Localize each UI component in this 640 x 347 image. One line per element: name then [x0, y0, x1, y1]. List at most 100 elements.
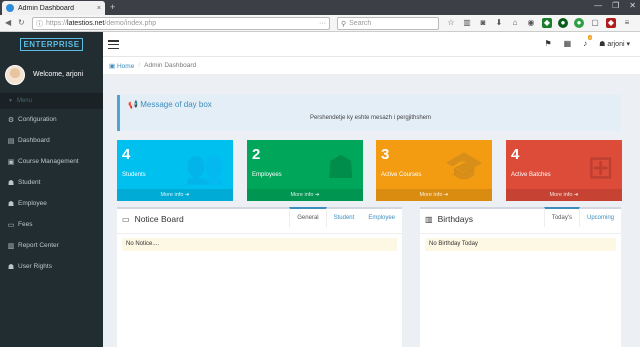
home-icon[interactable]: ⌂ [510, 18, 520, 28]
user-icon: ☗ [7, 263, 15, 271]
stat-box-active-courses: 3 Active Courses 🎓 More info ➔ [376, 140, 492, 201]
stat-label: Employees [252, 172, 282, 178]
sidebar-item-fees[interactable]: ▭ Fees [0, 214, 103, 235]
notification-badge: 0 [588, 35, 593, 40]
close-window-button[interactable]: ✕ [629, 1, 636, 10]
new-tab-button[interactable]: + [110, 2, 115, 12]
sidebar-item-dashboard[interactable]: ▤ Dashboard [0, 130, 103, 151]
favicon-icon [6, 4, 14, 12]
reload-icon[interactable]: ↻ [18, 18, 25, 27]
brand-text: ENTERPRISE [20, 38, 83, 51]
bell-icon[interactable]: ♪ 0 [583, 35, 593, 48]
welcome-text: Welcome, arjoni [33, 71, 84, 78]
dashboard-icon: ▤ [7, 137, 15, 145]
birthdays-panel: ▥ Birthdays Today's Upcoming No Birthday … [420, 207, 621, 347]
sidebar-item-label: Fees [18, 221, 33, 228]
back-icon[interactable]: ◀ [5, 18, 11, 27]
url-host: latestios.net [67, 20, 105, 27]
gear-icon: ⚙ [7, 116, 15, 124]
tab-todays[interactable]: Today's [543, 207, 580, 227]
minimize-button[interactable]: — [594, 1, 602, 10]
message-text: Pershendetje ky eshte mesazh i pergjiths… [309, 115, 432, 121]
more-info-link[interactable]: More info ➔ [376, 189, 492, 201]
stat-label: Active Batches [511, 172, 551, 178]
menu-icon[interactable]: ≡ [622, 18, 632, 28]
breadcrumb-home[interactable]: ▣ Home [109, 62, 134, 70]
sidebar-item-course-management[interactable]: ▣ Course Management [0, 151, 103, 172]
sitemap-icon: ⊞ [587, 149, 614, 185]
tab-general[interactable]: General [289, 207, 327, 227]
sidebar-item-label: Configuration [18, 116, 57, 123]
stat-value: 2 [252, 146, 261, 163]
breadcrumb-home-label: Home [116, 62, 135, 70]
browser-tab[interactable]: Admin Dashboard × [2, 1, 105, 15]
shield-extension-icon[interactable]: ◆ [542, 18, 552, 28]
dashboard-icon: ▣ [109, 62, 116, 70]
extension-icon[interactable]: ● [558, 18, 568, 28]
breadcrumb-current: Admin Dashboard [144, 62, 197, 69]
user-menu[interactable]: ☗ arjoni ▾ [599, 40, 630, 48]
brand-logo[interactable]: ENTERPRISE [0, 32, 103, 57]
sidebar-item-user-rights[interactable]: ☗ User Rights [0, 256, 103, 277]
more-info-link[interactable]: More info ➔ [247, 189, 363, 201]
ublock-icon[interactable]: ◆ [606, 18, 616, 28]
sidebar-toggle-icon[interactable] [108, 40, 119, 49]
info-icon[interactable]: ⓘ [36, 19, 43, 29]
browser-tab-title: Admin Dashboard [18, 4, 75, 12]
close-tab-icon[interactable]: × [97, 5, 101, 12]
menu-header[interactable]: ▼ Menu [0, 93, 103, 109]
panel-title-text: Birthdays [437, 214, 473, 224]
stat-value: 4 [122, 146, 131, 163]
user-panel: Welcome, arjoni [0, 57, 103, 92]
url-bar[interactable]: ⓘ https://latestios.net/demo/index.php ·… [32, 17, 330, 30]
search-input[interactable]: ⚲ Search [337, 17, 439, 30]
sidebar-item-label: Employee [18, 200, 47, 207]
notice-board-panel: ▭ Notice Board General Student Employee N… [117, 207, 402, 347]
tab-employee[interactable]: Employee [361, 209, 402, 227]
sidebar-item-employee[interactable]: ☗ Employee [0, 193, 103, 214]
maximize-button[interactable]: ❐ [612, 1, 619, 10]
more-info-link[interactable]: More info ➔ [117, 189, 233, 201]
sidebar-item-configuration[interactable]: ⚙ Configuration [0, 109, 103, 130]
stat-value: 3 [381, 146, 390, 163]
sidebar-item-report-center[interactable]: ▥ Report Center [0, 235, 103, 256]
window-controls: — ❐ ✕ [594, 1, 636, 10]
url-prefix: https:// [46, 20, 68, 27]
pocket-icon[interactable]: ◙ [478, 18, 488, 28]
green-extension-icon[interactable]: ● [574, 18, 584, 28]
sidebar-item-label: Report Center [18, 242, 59, 249]
stat-box-employees: 2 Employees ☗ More info ➔ [247, 140, 363, 201]
bookmark-star-icon[interactable]: ☆ [446, 18, 456, 28]
employee-icon: ☗ [7, 200, 15, 208]
caret-down-icon: ▼ [8, 98, 13, 104]
stat-value: 4 [511, 146, 520, 163]
tab-upcoming[interactable]: Upcoming [580, 209, 621, 227]
student-icon: ☗ [7, 179, 15, 187]
screenshot-icon[interactable]: ▢ [590, 18, 600, 28]
notice-content: No Notice.... [122, 238, 397, 251]
chat-icon[interactable]: ◉ [526, 18, 536, 28]
search-icon: ⚲ [341, 20, 347, 28]
sidebar-item-label: Dashboard [18, 137, 50, 144]
sidebar-item-label: User Rights [18, 263, 52, 270]
header-icons: ⚑ ▦ ♪ 0 ☗ arjoni ▾ [544, 35, 630, 48]
more-info-link[interactable]: More info ➔ [506, 189, 622, 201]
stat-box-students: 4 Students 👥 More info ➔ [117, 140, 233, 201]
tab-student[interactable]: Student [327, 209, 362, 227]
language-icon[interactable]: ⚑ [544, 39, 551, 48]
download-icon[interactable]: ⬇ [494, 18, 504, 28]
library-icon[interactable]: ▥ [462, 18, 472, 28]
stat-label: Active Courses [381, 172, 422, 178]
divider [117, 233, 402, 234]
url-path: /demo/index.php [104, 20, 157, 27]
panel-title: ▥ Birthdays [425, 214, 473, 224]
apps-grid-icon[interactable]: ▦ [564, 39, 572, 48]
bullhorn-icon: 📢 [128, 100, 138, 109]
panel-title-text: Notice Board [134, 214, 184, 224]
birthday-cake-icon: ▥ [425, 214, 433, 224]
panel-title: ▭ Notice Board [122, 214, 184, 224]
page-actions-icon[interactable]: ··· [319, 20, 326, 27]
inbox-icon: ▭ [122, 214, 130, 224]
course-icon: ▣ [7, 158, 15, 166]
sidebar-item-student[interactable]: ☗ Student [0, 172, 103, 193]
